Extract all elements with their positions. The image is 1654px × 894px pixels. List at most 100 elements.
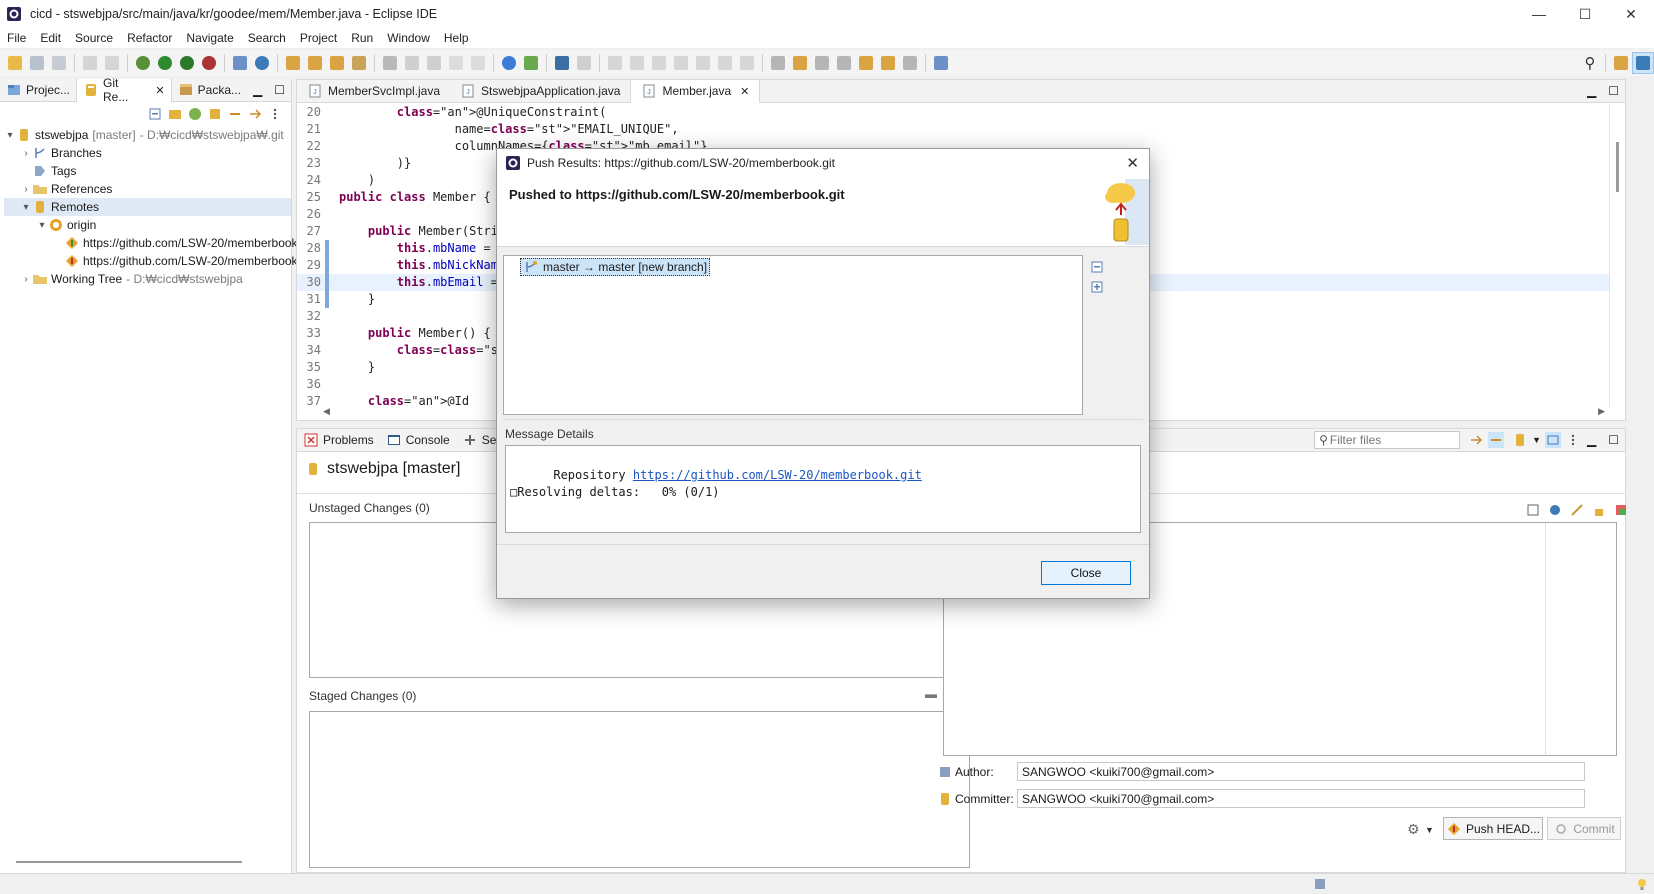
lock-icon[interactable] [1591,502,1607,518]
expand-arrow-icon[interactable]: › [20,184,32,195]
terminal-icon[interactable] [551,52,573,74]
tab-project-explorer[interactable]: Projec... [0,79,76,102]
previous-edit-icon[interactable] [833,52,855,74]
tab-git-repositories[interactable]: Git Re... ✕ [76,76,172,104]
java-perspective-icon[interactable] [1632,52,1654,74]
next-edit-icon[interactable] [811,52,833,74]
push-result-item[interactable]: master → master [new branch] [520,258,711,276]
menu-run[interactable]: Run [344,31,380,45]
collapse-arrow-icon[interactable]: ▾ [36,220,48,231]
repository-select-icon[interactable] [1512,432,1528,448]
tab-membersvcimpl[interactable]: J MemberSvcImpl.java [297,80,450,103]
tab-package-explorer[interactable]: Packa... [172,79,247,102]
expand-all-icon[interactable] [1089,279,1105,295]
horizontal-scrollbar[interactable] [16,861,242,863]
minimize-button[interactable]: — [1516,0,1562,28]
tip-lightbulb-icon[interactable] [1634,876,1650,892]
annotation-icon[interactable] [379,52,401,74]
step-into-icon[interactable] [692,52,714,74]
unstage-all-icon[interactable]: ▬ [925,687,937,701]
commit-button[interactable]: Commit [1547,817,1621,840]
close-button[interactable]: Close [1041,561,1131,585]
step-return-icon[interactable] [736,52,758,74]
collapse-arrow-icon[interactable]: ▾ [20,202,32,213]
tab-member[interactable]: J Member.java ✕ [630,79,761,103]
gerrit-icon[interactable] [1613,502,1629,518]
menu-help[interactable]: Help [437,31,476,45]
maximize-button[interactable]: ☐ [1562,0,1608,28]
staged-list[interactable] [309,711,970,868]
forward-icon[interactable] [899,52,921,74]
create-repository-icon[interactable] [207,106,223,122]
push-head-button[interactable]: Push HEAD... [1443,817,1543,840]
debug-icon[interactable] [132,52,154,74]
close-tab-icon[interactable]: ✕ [740,85,749,98]
open-type-icon[interactable] [282,52,304,74]
link-with-editor-icon[interactable] [227,106,243,122]
clone-repository-icon[interactable] [187,106,203,122]
undo-icon[interactable] [79,52,101,74]
author-field[interactable]: SANGWOO <kuiki700@gmail.com> [1017,762,1585,781]
tab-problems[interactable]: Problems [297,429,380,452]
terminate-icon[interactable] [648,52,670,74]
step-over-icon[interactable] [714,52,736,74]
menu-edit[interactable]: Edit [33,31,68,45]
block-select-icon[interactable] [423,52,445,74]
suspend-icon[interactable] [626,52,648,74]
maximize-editor-icon[interactable]: ☐ [1602,84,1625,98]
close-tab-icon[interactable]: ✕ [155,84,164,97]
code-line[interactable]: 20 class="an">@UniqueConstraint( [297,104,1609,121]
new-package-icon[interactable] [251,52,273,74]
filter-files-input[interactable]: ⚲ Filter files [1314,431,1461,449]
menu-source[interactable]: Source [68,31,120,45]
amend-icon[interactable] [1569,502,1585,518]
back-icon[interactable] [877,52,899,74]
collapse-all-icon[interactable] [147,106,163,122]
tree-row-origin[interactable]: ▾ origin [4,216,291,234]
close-window-button[interactable]: ✕ [1608,0,1654,28]
menu-search[interactable]: Search [241,31,293,45]
collapse-arrow-icon[interactable]: ▾ [4,130,16,141]
link-selection-icon[interactable] [1488,432,1505,448]
code-line[interactable]: 21 name=class="st">"EMAIL_UNIQUE", [297,121,1609,138]
tree-row-repository[interactable]: ▾ stswebjpa [master] - D:₩cicd₩stswebjpa… [4,126,291,144]
save-icon[interactable] [26,52,48,74]
presentation-icon[interactable] [1545,432,1561,448]
open-perspective-icon[interactable] [1610,52,1632,74]
menu-navigate[interactable]: Navigate [179,31,240,45]
dropdown-arrow-icon[interactable]: ▼ [1532,435,1541,445]
settings-gear-icon[interactable]: ⚙ [1407,821,1420,838]
open-resource-icon[interactable] [304,52,326,74]
menu-window[interactable]: Window [380,31,437,45]
external-tools-icon[interactable] [198,52,220,74]
committer-field[interactable]: SANGWOO <kuiki700@gmail.com> [1017,789,1585,808]
disconnect-icon[interactable] [670,52,692,74]
menu-project[interactable]: Project [293,31,344,45]
search-icon[interactable]: ⚲ [1579,52,1601,74]
web-browser-icon[interactable] [498,52,520,74]
tree-row-tags[interactable]: Tags [4,162,291,180]
pilcrow-icon[interactable] [467,52,489,74]
resume-icon[interactable] [604,52,626,74]
message-details-text[interactable]: Repository https://github.com/LSW-20/mem… [505,445,1141,533]
expand-arrow-icon[interactable]: › [20,274,32,285]
menu-file[interactable]: File [0,31,33,45]
view-menu-icon[interactable] [1565,432,1581,448]
tab-stswebjpaapplication[interactable]: J StswebjpaApplication.java [450,80,630,103]
sign-off-icon[interactable] [1547,502,1563,518]
repository-link[interactable]: https://github.com/LSW-20/memberbook.git [633,468,922,482]
tab-console[interactable]: Console [380,429,456,452]
vertical-scrollbar[interactable] [1609,104,1625,407]
toggle-mark-icon[interactable] [401,52,423,74]
add-repository-icon[interactable] [167,106,183,122]
skip-breakpoints-icon[interactable] [573,52,595,74]
run-icon[interactable] [154,52,176,74]
tree-row-remotes[interactable]: ▾ Remotes [4,198,291,216]
refresh-icon[interactable] [247,106,263,122]
new-icon[interactable] [4,52,26,74]
tree-row-references[interactable]: › References [4,180,291,198]
spring-icon[interactable] [520,52,542,74]
refresh-icon[interactable] [1468,432,1484,448]
open-task-icon[interactable] [326,52,348,74]
last-edit-icon[interactable] [855,52,877,74]
